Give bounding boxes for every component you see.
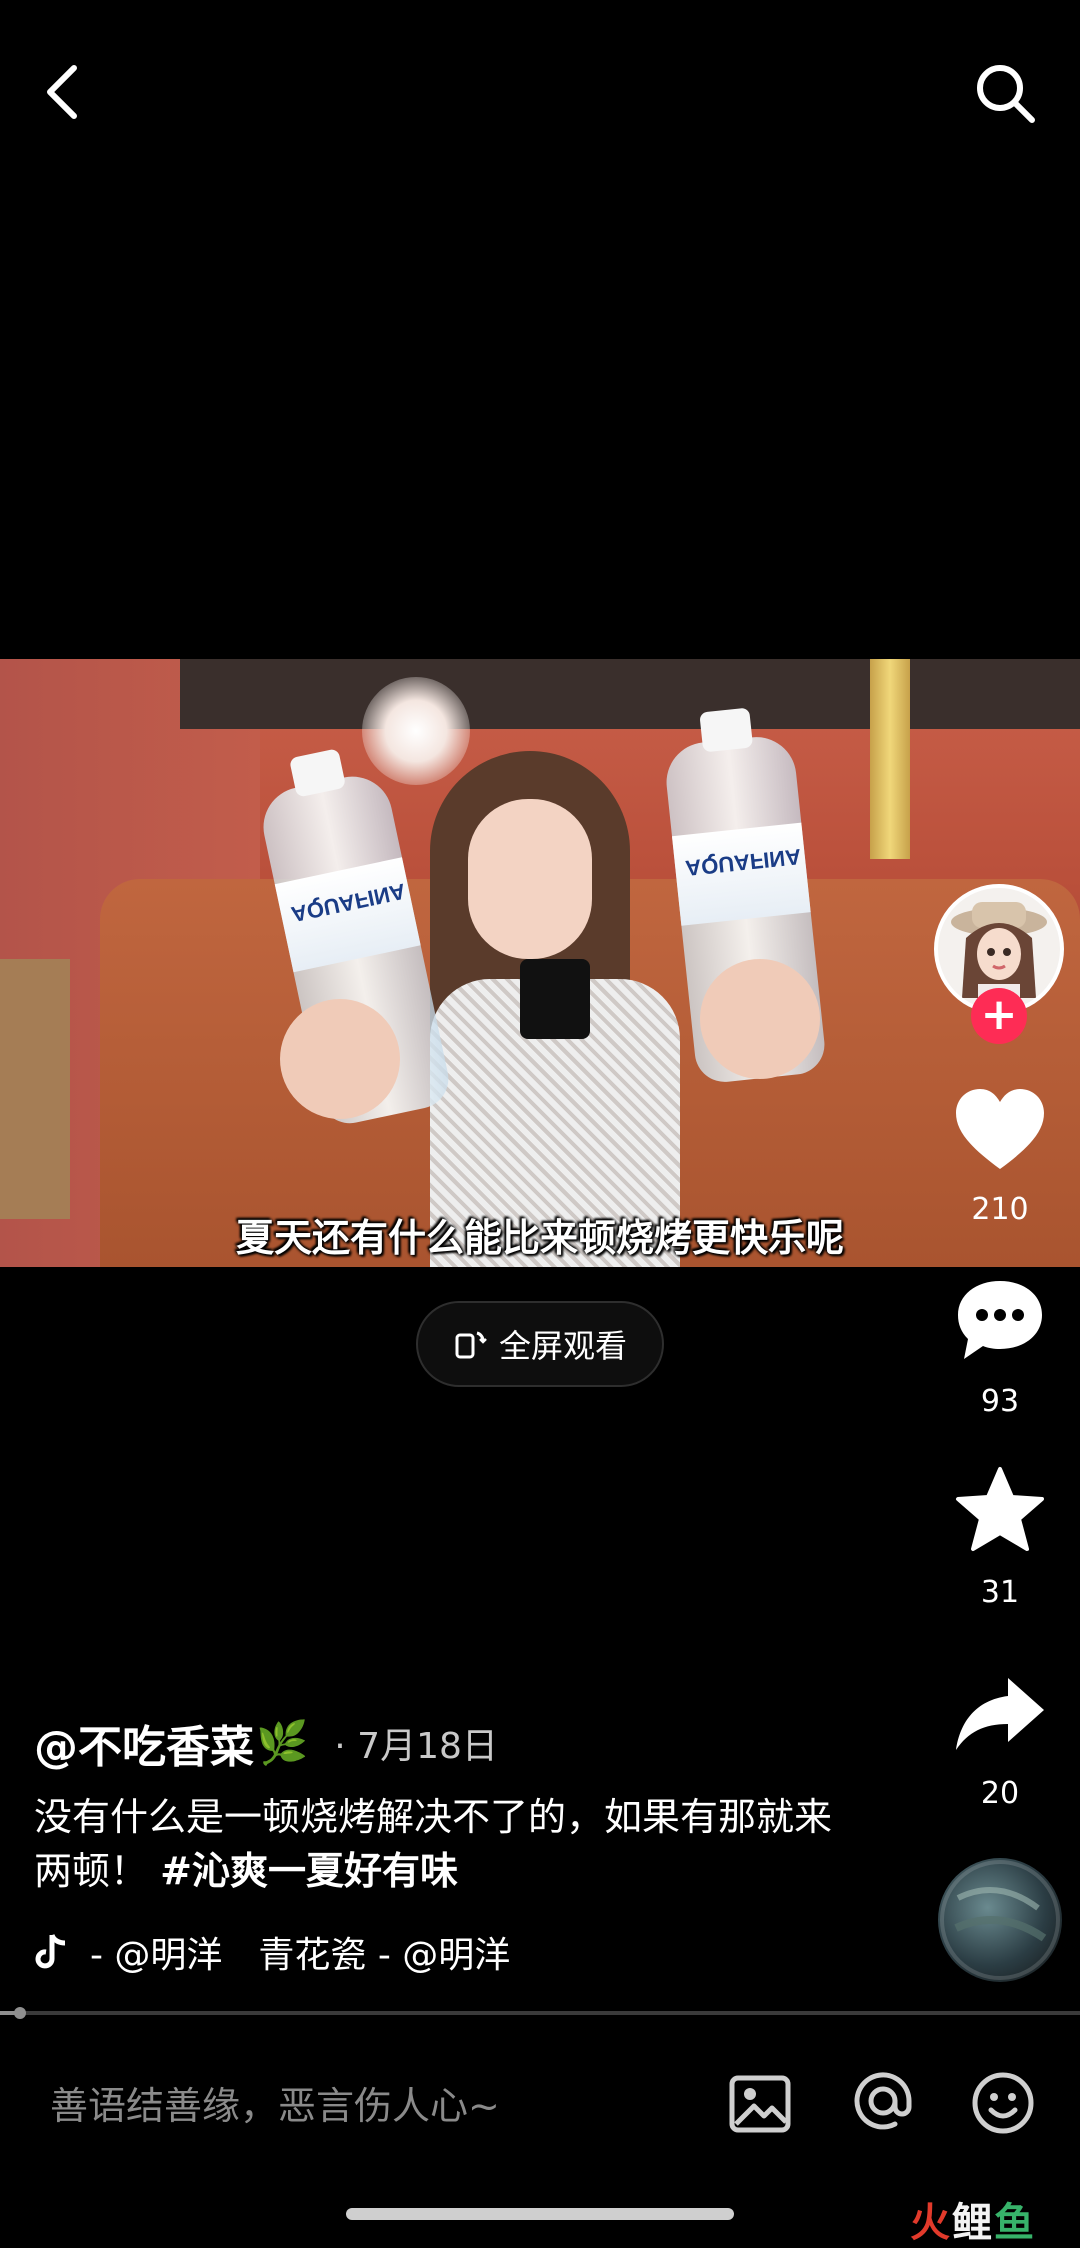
video-description: 没有什么是一顿烧烤解决不了的，如果有那就来两顿！ #沁爽一夏好有味 [34,1790,834,1898]
heart-icon[interactable] [950,1085,1050,1175]
music-row[interactable]: - @明洋 青花瓷 - @明洋 [34,1924,510,1980]
progress-track[interactable] [0,2011,1080,2015]
hashtag-link[interactable]: #沁爽一夏好有味 [160,1849,458,1893]
music-disc[interactable] [938,1858,1062,1982]
like-count: 210 [971,1192,1029,1227]
music-title: - @明洋 青花瓷 - @明洋 [90,1935,511,1976]
video-background [180,659,1080,729]
share-icon[interactable] [950,1670,1050,1760]
follow-button[interactable]: + [971,988,1027,1044]
video-hand [700,959,820,1079]
fullscreen-button[interactable]: 全屏观看 [416,1301,664,1387]
video-player[interactable]: AQUAFINA AQUAFINA 夏天还有什么能比来顿烧烤更快乐呢 [0,659,1080,1267]
video-chandelier [362,677,470,785]
watermark-part: 火 [910,2200,952,2246]
mention-icon[interactable] [848,2066,918,2136]
rotate-screen-icon [455,1331,487,1359]
image-icon[interactable] [728,2072,792,2136]
music-note-icon [35,1933,66,1969]
emoji-icon[interactable] [970,2070,1036,2136]
video-background [870,659,910,859]
home-indicator[interactable] [346,2208,734,2220]
watermark-part: 鲤 [952,2200,994,2246]
fullscreen-label: 全屏观看 [498,1327,627,1365]
comment-input[interactable] [48,2070,652,2142]
leaf-emoji: 🌿 [256,1718,309,1767]
search-icon[interactable] [970,58,1040,128]
video-background [0,959,70,1219]
share-count: 20 [980,1776,1020,1811]
watermark-part: 鱼 [994,2200,1036,2246]
video-subtitle: 夏天还有什么能比来顿烧烤更快乐呢 [235,1216,844,1260]
bottle-brand: AQUAFINA [288,878,408,928]
back-icon[interactable] [40,60,90,124]
video-person [520,959,590,1039]
author-name[interactable]: @不吃香菜 [34,1711,254,1775]
watermark-logo: 火鲤鱼 [910,2190,1036,2248]
author-row: @不吃香菜 🌿 · 7月18日 [34,1716,498,1773]
comment-count: 93 [980,1384,1020,1419]
video-hand [280,999,400,1119]
favorite-count: 31 [980,1575,1020,1610]
progress-handle[interactable] [14,2007,26,2019]
comment-icon[interactable] [950,1275,1050,1365]
bottle-brand: AQUAFINA [684,843,803,881]
star-icon[interactable] [950,1465,1050,1555]
post-date: · 7月18日 [334,1726,498,1767]
video-person [468,799,592,959]
